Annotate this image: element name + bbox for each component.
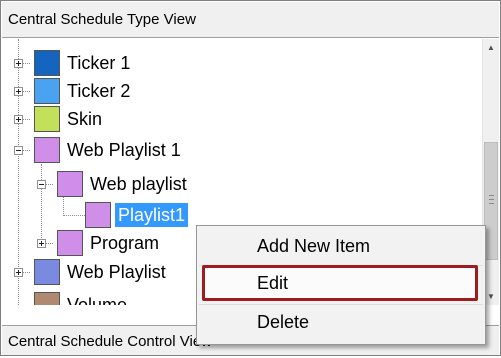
tree-line xyxy=(41,164,42,244)
panel-title: Central Schedule Type View xyxy=(2,2,499,38)
tree-item-program[interactable]: Program xyxy=(87,231,162,255)
context-menu: Add New Item Edit Delete xyxy=(196,225,486,345)
web-playlist-color-icon xyxy=(57,171,83,197)
skin-color-icon xyxy=(34,106,60,132)
playlist1-color-icon xyxy=(85,202,111,228)
tree-line xyxy=(63,194,64,216)
menu-item-add-new-item[interactable]: Add New Item xyxy=(197,228,485,264)
tree-line xyxy=(63,215,85,216)
ticker-2-color-icon xyxy=(34,78,60,104)
grip-line xyxy=(489,203,494,204)
expand-plus-icon[interactable] xyxy=(14,115,23,124)
tree-item-ticker-2[interactable]: Ticker 2 xyxy=(64,79,133,103)
expand-plus-icon[interactable] xyxy=(14,59,23,68)
expand-plus-icon[interactable] xyxy=(14,87,23,96)
tree-item-web-playlist[interactable]: Web playlist xyxy=(87,172,190,196)
menu-item-label: Add New Item xyxy=(257,236,371,256)
tree-line xyxy=(18,39,19,305)
collapse-minus-icon[interactable] xyxy=(14,146,23,155)
web-playlist-1-color-icon xyxy=(34,137,60,163)
grip-line xyxy=(489,195,494,196)
menu-item-label: Delete xyxy=(257,312,310,332)
program-color-icon xyxy=(57,230,83,256)
scroll-thumb[interactable] xyxy=(484,142,498,260)
collapse-minus-icon[interactable] xyxy=(37,180,46,189)
menu-item-edit[interactable]: Edit xyxy=(202,265,478,301)
expand-plus-icon[interactable] xyxy=(37,239,46,248)
tree-item-ticker-1[interactable]: Ticker 1 xyxy=(64,51,133,75)
tree-item-web-playlist-2[interactable]: Web Playlist xyxy=(64,260,169,284)
grip-line xyxy=(489,199,494,200)
ticker-1-color-icon xyxy=(34,50,60,76)
tree-item-web-playlist-1[interactable]: Web Playlist 1 xyxy=(64,138,184,162)
tree-item-playlist1[interactable]: Playlist1 xyxy=(115,203,189,227)
menu-item-label: Edit xyxy=(257,273,289,293)
web-playlist-2-color-icon xyxy=(34,259,60,285)
menu-item-delete[interactable]: Delete xyxy=(197,304,485,340)
scroll-up-arrow-icon[interactable]: ▲ xyxy=(483,39,499,56)
tree-item-volume[interactable]: Volume xyxy=(64,293,130,305)
expand-plus-icon[interactable] xyxy=(14,268,23,277)
volume-color-icon xyxy=(34,292,60,305)
tree-item-skin[interactable]: Skin xyxy=(64,107,105,131)
